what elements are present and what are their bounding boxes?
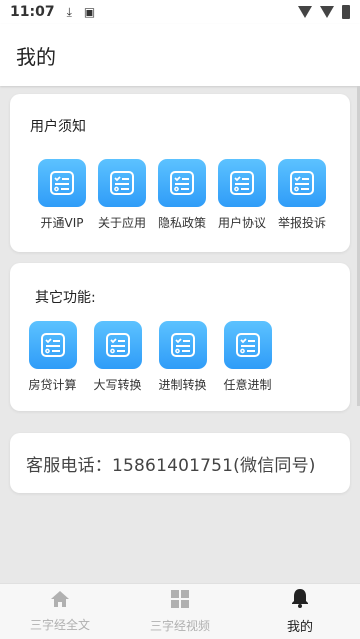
checklist-icon	[93, 321, 142, 369]
bell-icon	[291, 588, 309, 612]
grid-icon	[170, 589, 190, 613]
status-bar: 11:07 ⤓ ▣	[0, 0, 360, 24]
feature-label: 开通VIP	[40, 216, 84, 230]
report-complaint-button[interactable]: 举报投诉	[272, 159, 332, 231]
section-title-other-functions: 其它功能:	[35, 290, 96, 306]
app-header: 我的	[0, 24, 360, 86]
privacy-policy-button[interactable]: 隐私政策	[152, 159, 212, 231]
customer-service-card[interactable]: 客服电话：15861401751(微信同号)	[10, 433, 350, 493]
bottom-nav: 三字经全文 三字经视频 我的	[0, 583, 360, 639]
feature-label: 进制转换	[158, 378, 207, 392]
checklist-icon	[223, 321, 272, 369]
checklist-icon	[98, 159, 146, 207]
wifi-icon	[298, 6, 312, 18]
uppercase-convert-button[interactable]: 大写转换	[85, 321, 150, 393]
other-functions-card: 其它功能: 房贷计算 大写转换 进制转换 任意进制	[10, 263, 350, 411]
checklist-icon	[158, 159, 206, 207]
feature-label: 隐私政策	[157, 216, 206, 230]
nav-label: 三字经全文	[29, 618, 90, 632]
about-app-button[interactable]: 关于应用	[92, 159, 152, 231]
open-vip-button[interactable]: 开通VIP	[32, 159, 92, 231]
download-icon: ⤓	[66, 4, 72, 19]
feature-label: 举报投诉	[277, 216, 326, 230]
status-time: 11:07	[10, 4, 55, 20]
page-title: 我的	[16, 44, 56, 69]
checklist-icon	[218, 159, 266, 207]
nav-item-mine[interactable]: 我的	[240, 584, 360, 639]
feature-label: 用户协议	[217, 216, 266, 230]
mortgage-calculator-button[interactable]: 房贷计算	[20, 321, 85, 393]
user-agreement-button[interactable]: 用户协议	[212, 159, 272, 231]
notification-a-icon: ▣	[83, 5, 96, 19]
checklist-icon	[38, 159, 86, 207]
base-convert-button[interactable]: 进制转换	[150, 321, 215, 393]
feature-label: 大写转换	[93, 378, 142, 392]
feature-label: 关于应用	[97, 216, 146, 230]
nav-item-full-text[interactable]: 三字经全文	[0, 584, 120, 639]
nav-label: 我的	[286, 620, 313, 635]
feature-label: 任意进制	[223, 378, 272, 392]
user-notice-card: 用户须知 开通VIP 关于应用 隐私政策 用户协议 举报投诉	[10, 94, 350, 252]
feature-label: 房贷计算	[28, 378, 77, 392]
nav-item-video[interactable]: 三字经视频	[120, 584, 240, 639]
user-notice-grid: 开通VIP 关于应用 隐私政策 用户协议 举报投诉	[32, 159, 332, 231]
checklist-icon	[158, 321, 207, 369]
customer-service-phone: 客服电话：15861401751(微信同号)	[26, 455, 316, 476]
arbitrary-base-button[interactable]: 任意进制	[215, 321, 280, 393]
home-icon	[50, 590, 70, 612]
checklist-icon	[278, 159, 326, 207]
signal-icon	[320, 6, 334, 18]
nav-label: 三字经视频	[149, 619, 210, 633]
battery-icon	[342, 5, 350, 19]
checklist-icon	[28, 321, 77, 369]
other-functions-grid: 房贷计算 大写转换 进制转换 任意进制	[20, 321, 280, 393]
section-title-user-notice: 用户须知	[30, 119, 86, 135]
